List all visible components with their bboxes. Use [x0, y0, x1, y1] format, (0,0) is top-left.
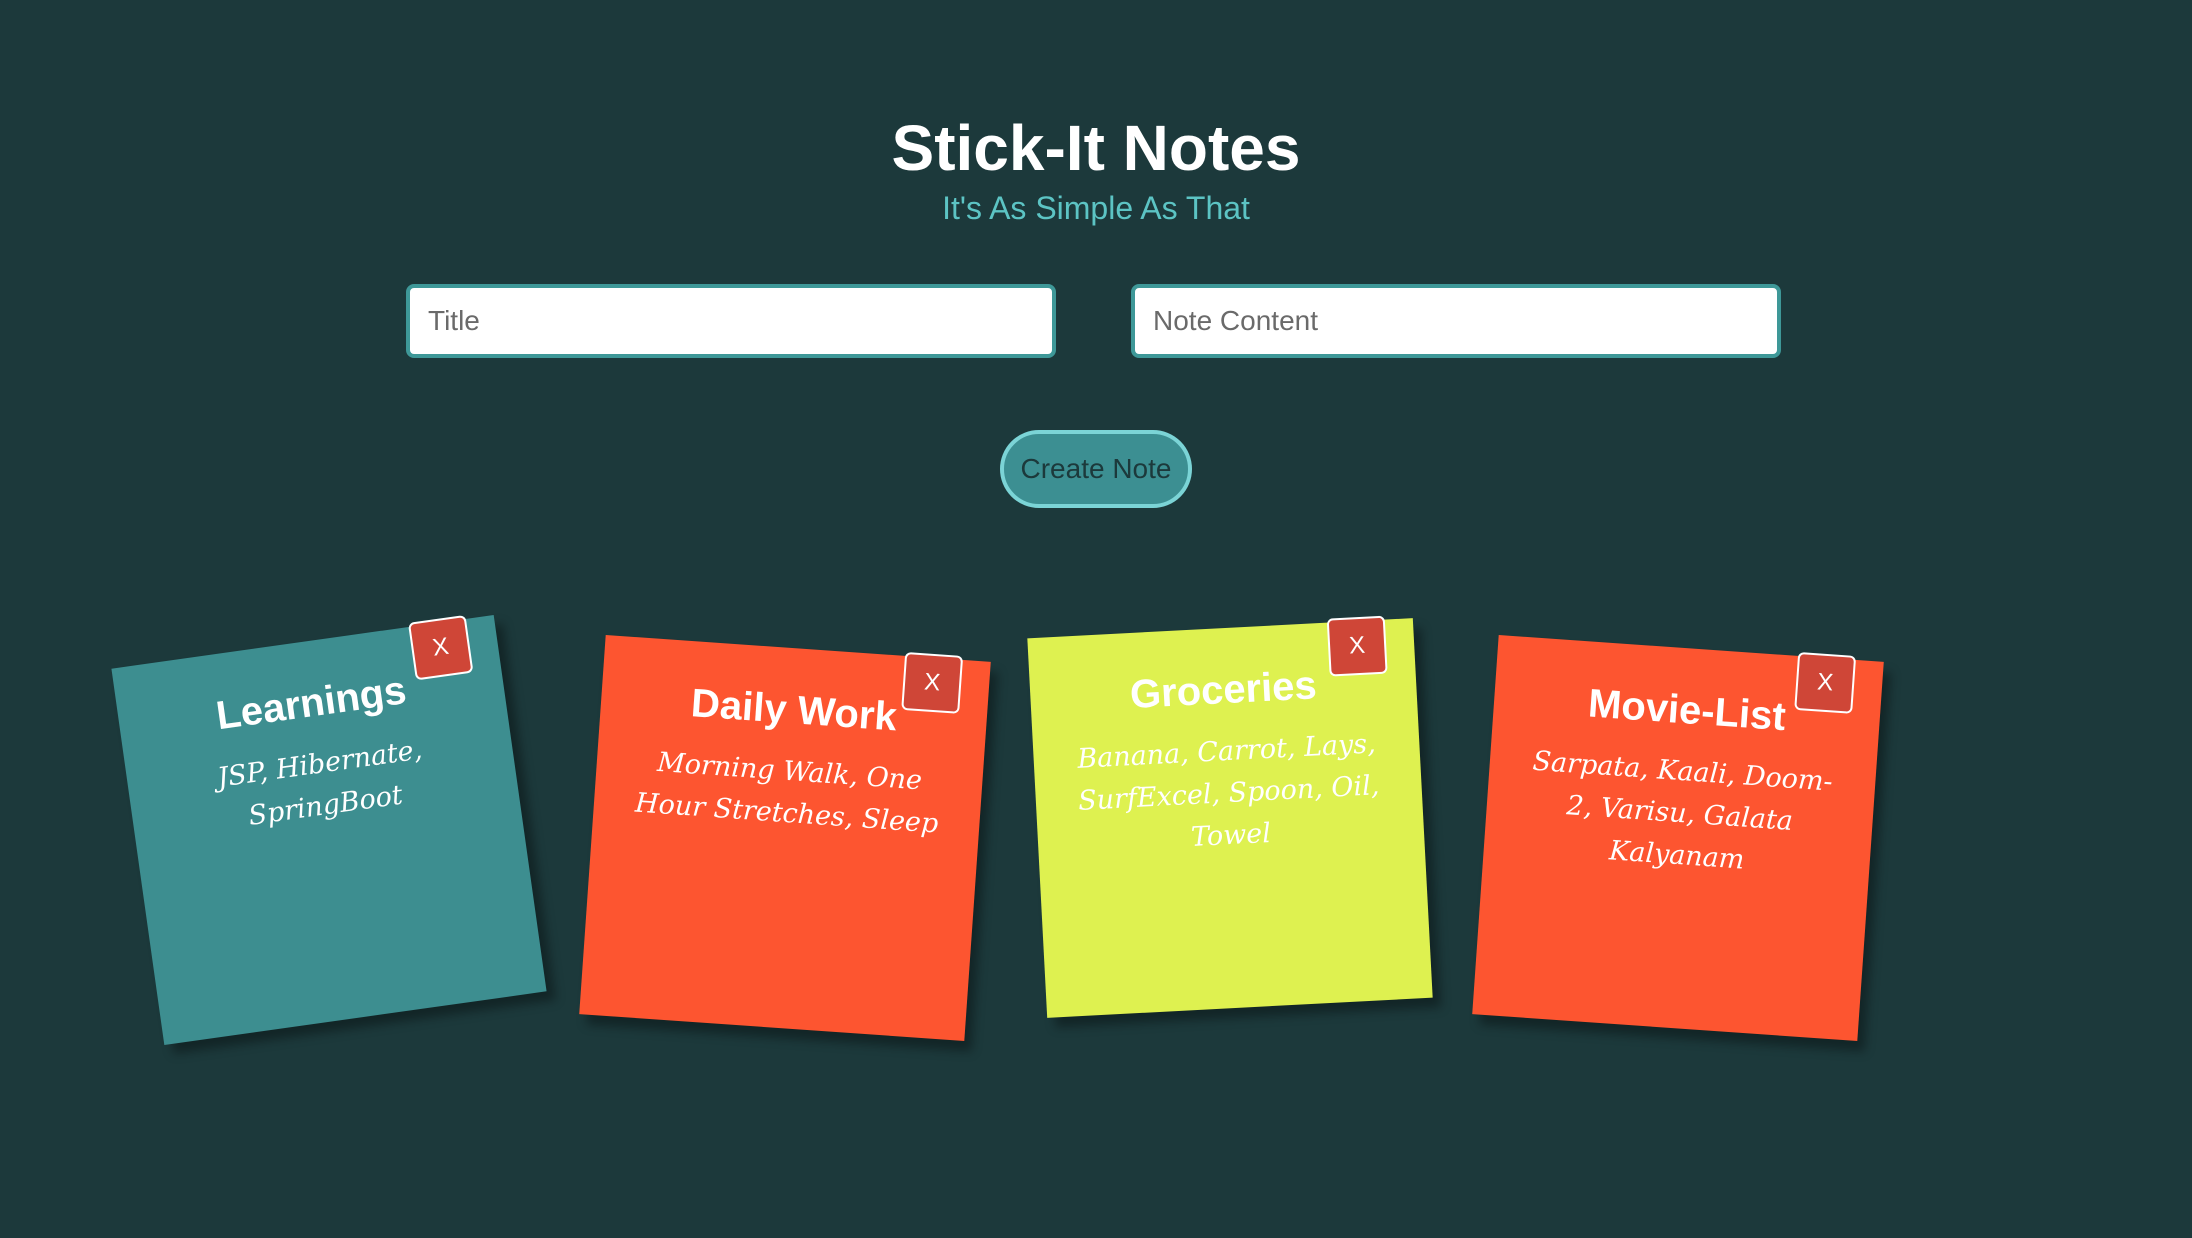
note-title-input[interactable]	[406, 284, 1056, 358]
create-note-button[interactable]: Create Note	[1000, 430, 1192, 508]
app-title: Stick-It Notes	[891, 112, 1301, 184]
sticky-note-groceries: X Groceries Banana, Carrot, Lays, SurfEx…	[1027, 615, 1433, 1018]
note-content: Banana, Carrot, Lays, SurfExcel, Spoon, …	[1076, 728, 1381, 854]
delete-note-button[interactable]: X	[1794, 651, 1857, 714]
sticky-note-daily-work: X Daily Work Morning Walk, One Hour Stre…	[579, 634, 991, 1042]
sticky-note-learnings: X Learnings JSP, Hibernate, SpringBoot	[111, 614, 547, 1046]
delete-note-button[interactable]: X	[407, 614, 474, 681]
note-content: Sarpata, Kaali, Doom-2, Varisu, Galata K…	[1531, 745, 1834, 876]
delete-note-button[interactable]: X	[901, 651, 964, 714]
note-content: Morning Walk, One Hour Stretches, Sleep	[634, 746, 940, 840]
note-content-input[interactable]	[1131, 284, 1781, 358]
delete-note-button[interactable]: X	[1326, 615, 1388, 677]
app-subtitle: It's As Simple As That	[942, 190, 1250, 226]
app-header: Stick-It Notes It's As Simple As That	[0, 108, 2192, 228]
sticky-note-movie-list: X Movie-List Sarpata, Kaali, Doom-2, Var…	[1472, 634, 1884, 1042]
